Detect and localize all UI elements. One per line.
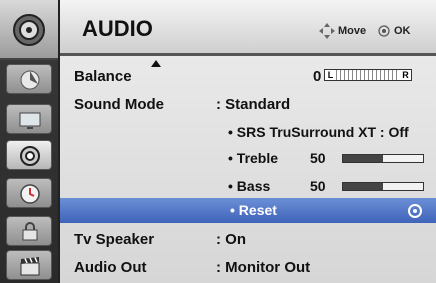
bass-value: 50: [310, 178, 326, 194]
balance-left-mark: L: [325, 70, 336, 80]
menu-header: AUDIO Move OK: [60, 0, 436, 56]
move-hint: Move: [338, 25, 367, 37]
setting-balance[interactable]: Balance 0 L R: [60, 64, 436, 88]
sound-mode-label: Sound Mode: [74, 96, 164, 113]
treble-value: 50: [310, 150, 326, 166]
settings-list: Balance 0 L R Sound Mode : Standard • SR…: [60, 56, 436, 283]
picture-icon: [20, 70, 40, 90]
treble-label: • Treble: [228, 150, 279, 166]
clapperboard-icon: [20, 257, 40, 276]
audio-out-value: : Monitor Out: [216, 259, 311, 276]
tv-speaker-value: : On: [216, 231, 246, 248]
lock-icon: [22, 222, 38, 241]
setting-srs-trusurround[interactable]: • SRS TruSurround XT : Off: [60, 120, 436, 144]
audio-icon: [20, 146, 40, 166]
picture-settings-icon: [19, 112, 41, 129]
setting-treble[interactable]: • Treble 50: [60, 146, 436, 170]
treble-level-fill: [343, 155, 383, 162]
ok-select-icon: [408, 204, 422, 218]
setting-sound-mode[interactable]: Sound Mode : Standard: [60, 92, 436, 116]
setting-tv-speaker[interactable]: Tv Speaker : On: [60, 227, 436, 251]
bass-label: • Bass: [228, 178, 271, 194]
srs-label: • SRS TruSurround XT : Off: [228, 124, 409, 140]
balance-right-mark: R: [400, 70, 411, 80]
sidebar-item-audio[interactable]: [6, 140, 52, 170]
balance-label: Balance: [74, 68, 132, 85]
sound-mode-value: : Standard: [216, 96, 291, 113]
sidebar-item-lock[interactable]: [6, 216, 52, 246]
sidebar-item-input[interactable]: [6, 250, 52, 280]
balance-value: 0: [313, 68, 322, 85]
move-arrows-icon: [319, 23, 335, 39]
tv-speaker-label: Tv Speaker: [74, 231, 155, 248]
page-title: AUDIO: [82, 16, 153, 41]
setting-bass[interactable]: • Bass 50: [60, 174, 436, 198]
setting-audio-out[interactable]: Audio Out : Monitor Out: [60, 255, 436, 279]
audio-out-label: Audio Out: [74, 259, 147, 276]
audio-menu-screen: AUDIO Move OK Balance 0 L R Sound Mode :…: [0, 0, 436, 283]
ok-hint: OK: [394, 25, 411, 37]
reset-label: • Reset: [230, 202, 277, 218]
sidebar-item-time[interactable]: [6, 178, 52, 208]
setting-reset[interactable]: • Reset: [60, 198, 436, 223]
sidebar-item-picture-settings[interactable]: [6, 104, 52, 134]
bass-slider[interactable]: [342, 182, 424, 191]
scroll-up-arrow-icon[interactable]: [151, 60, 161, 67]
bass-level-fill: [343, 183, 383, 190]
sidebar-item-picture[interactable]: [6, 64, 52, 94]
time-icon: [20, 184, 40, 204]
sidebar-header-speaker: [0, 0, 58, 60]
treble-slider[interactable]: [342, 154, 424, 163]
balance-slider[interactable]: L R: [324, 69, 412, 81]
speaker-icon: [13, 14, 45, 46]
category-sidebar: [0, 0, 58, 283]
ok-button-icon: [378, 25, 390, 37]
